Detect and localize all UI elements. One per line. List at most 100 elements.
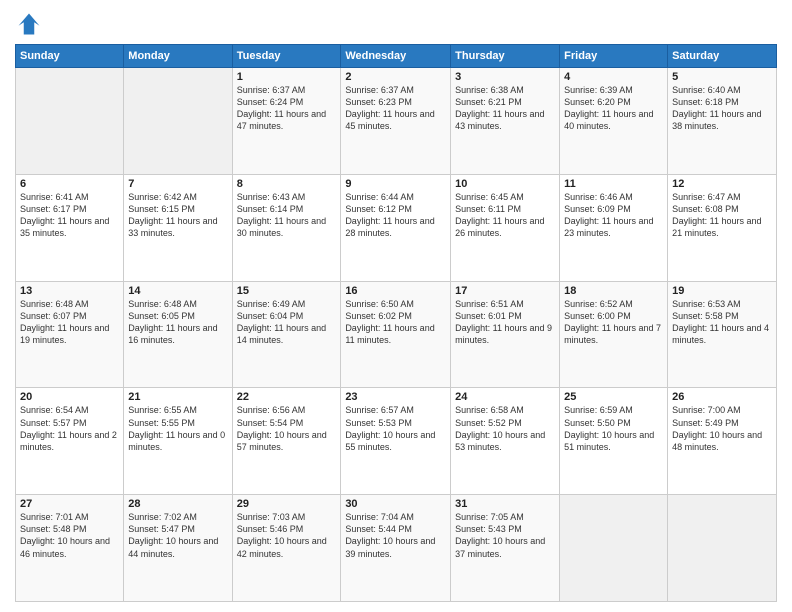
day-number: 23: [345, 391, 446, 403]
calendar-cell: 14Sunrise: 6:48 AMSunset: 6:05 PMDayligh…: [124, 281, 232, 388]
calendar-cell: 17Sunrise: 6:51 AMSunset: 6:01 PMDayligh…: [451, 281, 560, 388]
weekday-header-saturday: Saturday: [668, 45, 777, 68]
calendar-cell: 9Sunrise: 6:44 AMSunset: 6:12 PMDaylight…: [341, 174, 451, 281]
calendar-cell: 2Sunrise: 6:37 AMSunset: 6:23 PMDaylight…: [341, 68, 451, 175]
day-number: 24: [455, 391, 555, 403]
day-number: 20: [20, 391, 119, 403]
calendar-cell: [124, 68, 232, 175]
day-info: Sunrise: 6:53 AMSunset: 5:58 PMDaylight:…: [672, 298, 772, 347]
day-info: Sunrise: 7:01 AMSunset: 5:48 PMDaylight:…: [20, 511, 119, 560]
day-info: Sunrise: 6:47 AMSunset: 6:08 PMDaylight:…: [672, 191, 772, 240]
week-row-4: 20Sunrise: 6:54 AMSunset: 5:57 PMDayligh…: [16, 388, 777, 495]
calendar-cell: 28Sunrise: 7:02 AMSunset: 5:47 PMDayligh…: [124, 495, 232, 602]
day-number: 5: [672, 71, 772, 83]
logo-icon: [15, 10, 43, 38]
week-row-5: 27Sunrise: 7:01 AMSunset: 5:48 PMDayligh…: [16, 495, 777, 602]
calendar-cell: [560, 495, 668, 602]
day-info: Sunrise: 6:57 AMSunset: 5:53 PMDaylight:…: [345, 404, 446, 453]
day-info: Sunrise: 7:05 AMSunset: 5:43 PMDaylight:…: [455, 511, 555, 560]
day-info: Sunrise: 6:55 AMSunset: 5:55 PMDaylight:…: [128, 404, 227, 453]
calendar-cell: 21Sunrise: 6:55 AMSunset: 5:55 PMDayligh…: [124, 388, 232, 495]
day-number: 22: [237, 391, 337, 403]
calendar-cell: 10Sunrise: 6:45 AMSunset: 6:11 PMDayligh…: [451, 174, 560, 281]
calendar-cell: [668, 495, 777, 602]
day-number: 11: [564, 178, 663, 190]
calendar-cell: [16, 68, 124, 175]
day-number: 18: [564, 285, 663, 297]
week-row-2: 6Sunrise: 6:41 AMSunset: 6:17 PMDaylight…: [16, 174, 777, 281]
day-number: 2: [345, 71, 446, 83]
day-number: 6: [20, 178, 119, 190]
header: [15, 10, 777, 38]
day-info: Sunrise: 6:59 AMSunset: 5:50 PMDaylight:…: [564, 404, 663, 453]
calendar-cell: 19Sunrise: 6:53 AMSunset: 5:58 PMDayligh…: [668, 281, 777, 388]
day-number: 26: [672, 391, 772, 403]
day-info: Sunrise: 6:52 AMSunset: 6:00 PMDaylight:…: [564, 298, 663, 347]
day-number: 8: [237, 178, 337, 190]
day-info: Sunrise: 7:04 AMSunset: 5:44 PMDaylight:…: [345, 511, 446, 560]
calendar-cell: 30Sunrise: 7:04 AMSunset: 5:44 PMDayligh…: [341, 495, 451, 602]
day-info: Sunrise: 6:37 AMSunset: 6:23 PMDaylight:…: [345, 84, 446, 133]
day-info: Sunrise: 7:00 AMSunset: 5:49 PMDaylight:…: [672, 404, 772, 453]
calendar-table: SundayMondayTuesdayWednesdayThursdayFrid…: [15, 44, 777, 602]
day-info: Sunrise: 6:38 AMSunset: 6:21 PMDaylight:…: [455, 84, 555, 133]
calendar-cell: 22Sunrise: 6:56 AMSunset: 5:54 PMDayligh…: [232, 388, 341, 495]
day-number: 25: [564, 391, 663, 403]
day-info: Sunrise: 6:43 AMSunset: 6:14 PMDaylight:…: [237, 191, 337, 240]
calendar-cell: 15Sunrise: 6:49 AMSunset: 6:04 PMDayligh…: [232, 281, 341, 388]
day-number: 7: [128, 178, 227, 190]
day-number: 14: [128, 285, 227, 297]
calendar-cell: 6Sunrise: 6:41 AMSunset: 6:17 PMDaylight…: [16, 174, 124, 281]
calendar-cell: 23Sunrise: 6:57 AMSunset: 5:53 PMDayligh…: [341, 388, 451, 495]
day-number: 16: [345, 285, 446, 297]
day-number: 4: [564, 71, 663, 83]
day-number: 9: [345, 178, 446, 190]
calendar-cell: 12Sunrise: 6:47 AMSunset: 6:08 PMDayligh…: [668, 174, 777, 281]
day-info: Sunrise: 6:37 AMSunset: 6:24 PMDaylight:…: [237, 84, 337, 133]
day-info: Sunrise: 6:41 AMSunset: 6:17 PMDaylight:…: [20, 191, 119, 240]
calendar-page: SundayMondayTuesdayWednesdayThursdayFrid…: [0, 0, 792, 612]
weekday-header-monday: Monday: [124, 45, 232, 68]
calendar-cell: 13Sunrise: 6:48 AMSunset: 6:07 PMDayligh…: [16, 281, 124, 388]
day-info: Sunrise: 6:40 AMSunset: 6:18 PMDaylight:…: [672, 84, 772, 133]
day-number: 15: [237, 285, 337, 297]
day-info: Sunrise: 6:44 AMSunset: 6:12 PMDaylight:…: [345, 191, 446, 240]
week-row-1: 1Sunrise: 6:37 AMSunset: 6:24 PMDaylight…: [16, 68, 777, 175]
day-number: 21: [128, 391, 227, 403]
day-number: 30: [345, 498, 446, 510]
weekday-header-tuesday: Tuesday: [232, 45, 341, 68]
day-info: Sunrise: 7:03 AMSunset: 5:46 PMDaylight:…: [237, 511, 337, 560]
day-number: 27: [20, 498, 119, 510]
calendar-cell: 25Sunrise: 6:59 AMSunset: 5:50 PMDayligh…: [560, 388, 668, 495]
calendar-cell: 26Sunrise: 7:00 AMSunset: 5:49 PMDayligh…: [668, 388, 777, 495]
day-number: 10: [455, 178, 555, 190]
day-number: 19: [672, 285, 772, 297]
calendar-cell: 29Sunrise: 7:03 AMSunset: 5:46 PMDayligh…: [232, 495, 341, 602]
day-number: 29: [237, 498, 337, 510]
calendar-cell: 24Sunrise: 6:58 AMSunset: 5:52 PMDayligh…: [451, 388, 560, 495]
calendar-cell: 7Sunrise: 6:42 AMSunset: 6:15 PMDaylight…: [124, 174, 232, 281]
calendar-cell: 3Sunrise: 6:38 AMSunset: 6:21 PMDaylight…: [451, 68, 560, 175]
calendar-cell: 18Sunrise: 6:52 AMSunset: 6:00 PMDayligh…: [560, 281, 668, 388]
weekday-header-friday: Friday: [560, 45, 668, 68]
day-number: 28: [128, 498, 227, 510]
weekday-header-row: SundayMondayTuesdayWednesdayThursdayFrid…: [16, 45, 777, 68]
calendar-cell: 16Sunrise: 6:50 AMSunset: 6:02 PMDayligh…: [341, 281, 451, 388]
day-info: Sunrise: 6:49 AMSunset: 6:04 PMDaylight:…: [237, 298, 337, 347]
day-info: Sunrise: 6:58 AMSunset: 5:52 PMDaylight:…: [455, 404, 555, 453]
day-info: Sunrise: 6:46 AMSunset: 6:09 PMDaylight:…: [564, 191, 663, 240]
day-number: 3: [455, 71, 555, 83]
day-info: Sunrise: 6:48 AMSunset: 6:07 PMDaylight:…: [20, 298, 119, 347]
calendar-cell: 4Sunrise: 6:39 AMSunset: 6:20 PMDaylight…: [560, 68, 668, 175]
weekday-header-wednesday: Wednesday: [341, 45, 451, 68]
day-info: Sunrise: 6:45 AMSunset: 6:11 PMDaylight:…: [455, 191, 555, 240]
weekday-header-thursday: Thursday: [451, 45, 560, 68]
calendar-cell: 11Sunrise: 6:46 AMSunset: 6:09 PMDayligh…: [560, 174, 668, 281]
day-number: 1: [237, 71, 337, 83]
week-row-3: 13Sunrise: 6:48 AMSunset: 6:07 PMDayligh…: [16, 281, 777, 388]
day-info: Sunrise: 7:02 AMSunset: 5:47 PMDaylight:…: [128, 511, 227, 560]
calendar-cell: 8Sunrise: 6:43 AMSunset: 6:14 PMDaylight…: [232, 174, 341, 281]
day-info: Sunrise: 6:51 AMSunset: 6:01 PMDaylight:…: [455, 298, 555, 347]
day-number: 31: [455, 498, 555, 510]
day-info: Sunrise: 6:48 AMSunset: 6:05 PMDaylight:…: [128, 298, 227, 347]
